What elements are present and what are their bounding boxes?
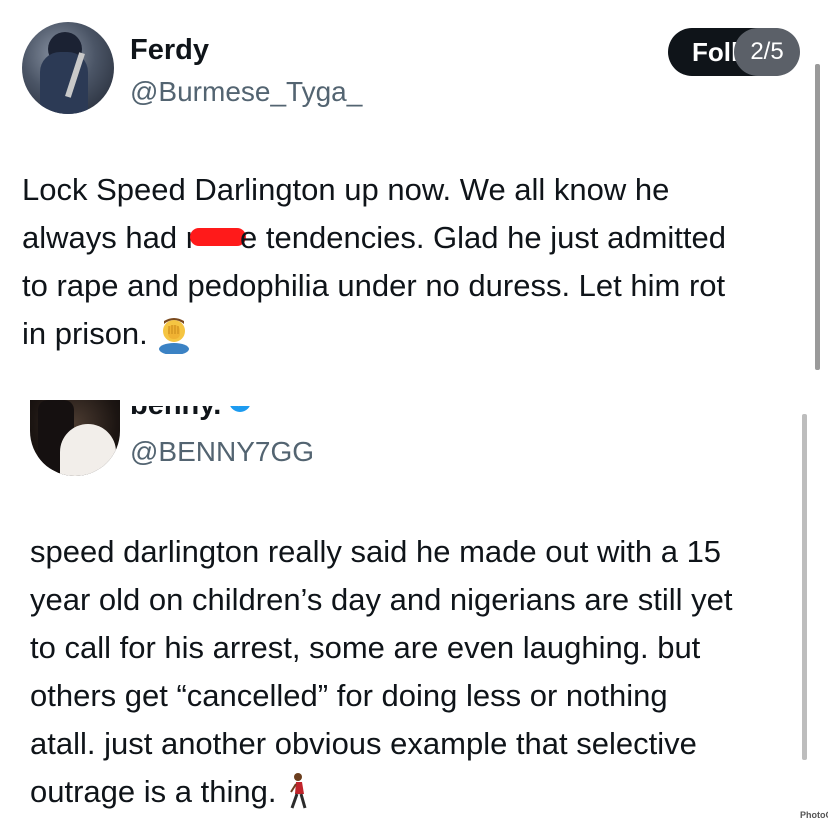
- tweet-text-line: to rape and pedophilia under no duress. …: [22, 268, 726, 303]
- user-handle[interactable]: @Burmese_Tyga_: [130, 76, 362, 108]
- avatar[interactable]: [30, 400, 120, 476]
- person-walking-icon: [284, 772, 310, 824]
- tweet-text: speed darlington really said he made out…: [30, 528, 800, 824]
- tweet-text-fragment: outrage is a thing.: [30, 774, 277, 809]
- verified-badge-icon: [227, 406, 253, 422]
- redaction-mark: [190, 228, 247, 246]
- watermark: PhotoG: [800, 810, 828, 820]
- tweet-text-fragment: always had r: [22, 220, 197, 255]
- tweet-text-line: to call for his arrest, some are even la…: [30, 630, 701, 665]
- tweet-text-line: always had r e tendencies. Glad he just a…: [22, 214, 812, 262]
- tweet-text-fragment: in prison.: [22, 316, 148, 351]
- user-handle[interactable]: @BENNY7GG: [130, 436, 314, 468]
- display-name-row: benny.: [130, 406, 270, 422]
- tweet-text-line: in prison.: [22, 310, 812, 368]
- tweet-text-line: others get “cancelled” for doing less or…: [30, 678, 668, 713]
- display-name[interactable]: Ferdy: [130, 34, 209, 67]
- scrollbar[interactable]: [815, 64, 820, 370]
- scrollbar[interactable]: [802, 414, 807, 760]
- tweet-text-line: speed darlington really said he made out…: [30, 534, 722, 569]
- tweet-text-line: outrage is a thing.: [30, 768, 800, 824]
- tweet-text-line: year old on children’s day and nigerians…: [30, 582, 733, 617]
- tweet-text: Lock Speed Darlington up now. We all kno…: [22, 166, 812, 368]
- tweet-text-fragment: e tendencies. Glad he just admitted: [240, 220, 726, 255]
- image-counter-badge: 2/5: [734, 28, 800, 76]
- tweet-text-line: Lock Speed Darlington up now. We all kno…: [22, 172, 670, 207]
- tweet-text-line: atall. just another obvious example that…: [30, 726, 697, 761]
- display-name[interactable]: benny.: [130, 406, 221, 421]
- man-facepalming-icon: [154, 314, 194, 368]
- avatar[interactable]: [22, 22, 114, 114]
